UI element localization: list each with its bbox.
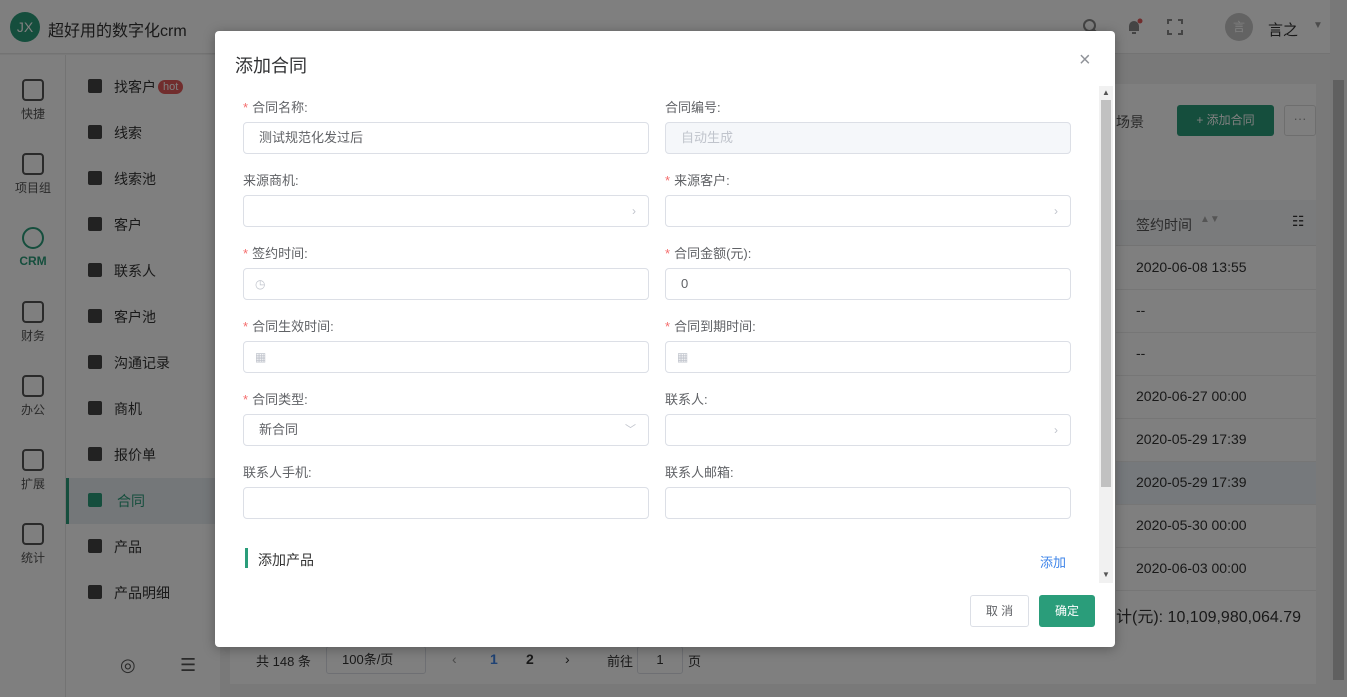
amount-label: * 合同金额(元): bbox=[665, 243, 751, 262]
contract-type-label: * 合同类型: bbox=[243, 389, 308, 408]
chevron-right-icon: › bbox=[632, 204, 636, 218]
source-opportunity-label: 来源商机: bbox=[243, 173, 299, 188]
add-contract-dialog: 添加合同 × * 合同名称: 测试规范化发过后 合同编号: 自动生成 来源商机: … bbox=[215, 31, 1115, 647]
contact-email-input[interactable] bbox=[665, 487, 1071, 519]
label-text: 合同到期时间: bbox=[674, 319, 756, 334]
confirm-button[interactable]: 确定 bbox=[1039, 595, 1095, 627]
source-customer-label: * 来源客户: bbox=[665, 170, 730, 189]
label-text: 合同生效时间: bbox=[252, 319, 334, 334]
label-text: 合同名称: bbox=[252, 100, 308, 115]
contact-email-label: 联系人邮箱: bbox=[665, 465, 734, 480]
section-marker bbox=[245, 548, 248, 568]
required-mark: * bbox=[243, 319, 249, 334]
chevron-right-icon: › bbox=[1054, 423, 1058, 437]
clock-icon: ◷ bbox=[255, 277, 266, 291]
label-text: 签约时间: bbox=[252, 246, 308, 261]
required-mark: * bbox=[665, 319, 671, 334]
contact-label: 联系人: bbox=[665, 392, 708, 407]
contract-no-input: 自动生成 bbox=[665, 122, 1071, 154]
calendar-icon: ▦ bbox=[255, 350, 267, 364]
contract-no-label: 合同编号: bbox=[665, 100, 721, 115]
dialog-scrollbar[interactable]: ▲ ▼ bbox=[1099, 86, 1113, 583]
contact-picker[interactable]: › bbox=[665, 414, 1071, 446]
product-section-title: 添加产品 bbox=[258, 552, 314, 568]
scroll-down-icon[interactable]: ▼ bbox=[1102, 570, 1110, 579]
required-mark: * bbox=[243, 100, 249, 115]
contract-type-select[interactable]: 新合同 ﹀ bbox=[243, 414, 649, 446]
effective-time-label: * 合同生效时间: bbox=[243, 316, 334, 335]
chevron-right-icon: › bbox=[1054, 204, 1058, 218]
sign-time-input[interactable]: ◷ bbox=[243, 268, 649, 300]
required-mark: * bbox=[243, 392, 249, 407]
dialog-scroll-thumb[interactable] bbox=[1101, 100, 1111, 487]
effective-time-input[interactable]: ▦ bbox=[243, 341, 649, 373]
chevron-down-icon: ﹀ bbox=[625, 424, 636, 436]
scroll-up-icon[interactable]: ▲ bbox=[1102, 88, 1110, 97]
amount-input[interactable]: 0 bbox=[665, 268, 1071, 300]
label-text: 合同金额(元): bbox=[674, 246, 752, 261]
required-mark: * bbox=[243, 246, 249, 261]
contract-name-input[interactable]: 测试规范化发过后 bbox=[243, 122, 649, 154]
contact-phone-label: 联系人手机: bbox=[243, 465, 312, 480]
required-mark: * bbox=[665, 173, 671, 188]
select-value: 新合同 bbox=[259, 422, 299, 437]
contract-name-label: * 合同名称: bbox=[243, 97, 308, 116]
contact-phone-input[interactable] bbox=[243, 487, 649, 519]
source-customer-picker[interactable]: › bbox=[665, 195, 1071, 227]
sign-time-label: * 签约时间: bbox=[243, 243, 308, 262]
source-opportunity-picker[interactable]: › bbox=[243, 195, 649, 227]
required-mark: * bbox=[665, 246, 671, 261]
close-icon[interactable]: × bbox=[1079, 49, 1091, 72]
dialog-title: 添加合同 bbox=[235, 56, 307, 76]
label-text: 合同类型: bbox=[252, 392, 308, 407]
label-text: 来源客户: bbox=[674, 173, 730, 188]
cancel-button[interactable]: 取 消 bbox=[970, 595, 1029, 627]
expire-time-label: * 合同到期时间: bbox=[665, 316, 756, 335]
add-product-link[interactable]: 添加 bbox=[1040, 552, 1066, 571]
calendar-icon: ▦ bbox=[677, 350, 689, 364]
expire-time-input[interactable]: ▦ bbox=[665, 341, 1071, 373]
